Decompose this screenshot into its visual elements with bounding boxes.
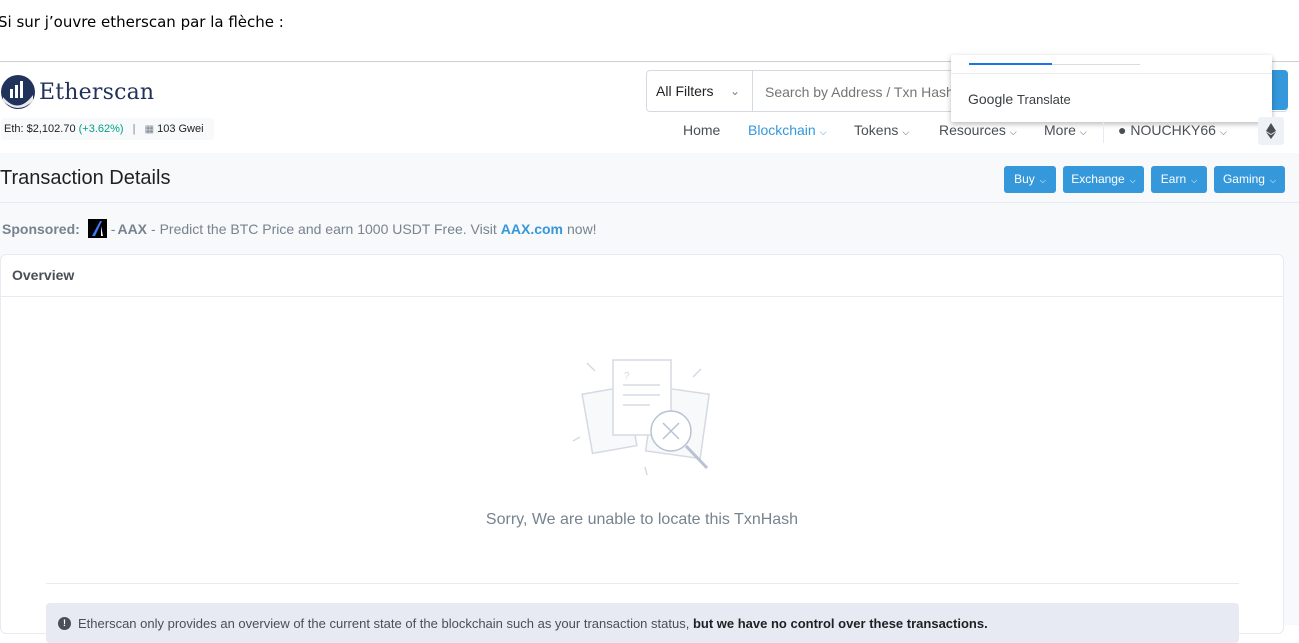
translate-divider — [951, 73, 1272, 74]
gaming-label: Gaming — [1222, 172, 1265, 186]
info-icon: ! — [58, 617, 71, 630]
earn-label: Earn — [1160, 172, 1187, 186]
chevron-down-icon: ⌵ — [1079, 127, 1087, 137]
etherscan-logo-icon — [1, 75, 35, 109]
nav-home[interactable]: Home — [683, 122, 720, 138]
gas-pump-icon: ▦ — [144, 124, 155, 135]
not-found-illustration: ? — [572, 359, 711, 476]
nav-user-label: NOUCHKY66 — [1130, 122, 1216, 138]
sponsored-banner: Sponsored: - AAX - Predict the BTC Price… — [2, 219, 597, 238]
nav-more[interactable]: More ⌵ — [1044, 122, 1087, 138]
nav-resources[interactable]: Resources ⌵ — [939, 122, 1017, 138]
sponsored-brand: AAX — [117, 220, 148, 237]
gaming-button[interactable]: Gaming ⌵ — [1214, 166, 1285, 193]
chevron-down-icon: ⌵ — [902, 127, 910, 137]
nav-tokens-label: Tokens — [854, 122, 899, 138]
price-separator: | — [132, 123, 136, 135]
chevron-down-icon: ⌵ — [1219, 127, 1227, 137]
sponsored-link[interactable]: AAX.com — [501, 221, 563, 237]
aax-logo-icon[interactable] — [87, 219, 107, 238]
nav-resources-label: Resources — [939, 122, 1006, 138]
ethereum-icon — [1266, 123, 1276, 139]
translate-tab-active[interactable] — [969, 63, 1052, 65]
filter-select[interactable]: All Filters ⌄ — [647, 71, 753, 111]
nav-separator — [1103, 121, 1104, 143]
not-found-message: Sorry, We are unable to locate this TxnH… — [485, 511, 799, 528]
logo-text: Etherscan — [39, 79, 155, 105]
earn-button[interactable]: Earn ⌵ — [1151, 166, 1207, 193]
chevron-down-icon: ⌵ — [819, 127, 827, 137]
buy-button[interactable]: Buy ⌵ — [1004, 166, 1056, 193]
chevron-down-icon: ⌵ — [1009, 127, 1017, 137]
sponsored-dash: - — [110, 220, 116, 237]
translate-text: Translate — [1017, 92, 1071, 107]
chevron-down-icon: ⌵ — [1039, 176, 1046, 185]
nav-user[interactable]: ● NOUCHKY66 ⌵ — [1118, 122, 1227, 138]
translate-tab[interactable] — [1052, 64, 1140, 65]
title-divider — [0, 202, 1299, 203]
alert-bold: but we have no control over these transa… — [692, 616, 988, 631]
eth-price: Eth: $2,102.70 — [4, 123, 76, 135]
overview-tab[interactable]: Overview — [12, 267, 74, 283]
card-header-divider — [1, 296, 1284, 297]
chevron-down-icon: ⌄ — [729, 84, 740, 98]
chevron-down-icon: ⌵ — [1129, 176, 1136, 185]
alert-message: Etherscan only provides an overview of t… — [78, 616, 690, 631]
chevron-down-icon: ⌵ — [1191, 176, 1198, 185]
buy-label: Buy — [1014, 172, 1035, 186]
exchange-button[interactable]: Exchange ⌵ — [1063, 166, 1144, 193]
page-title: Transaction Details — [0, 167, 171, 189]
google-brand: Google — [968, 91, 1014, 107]
gas-price[interactable]: 103 Gwei — [157, 123, 203, 135]
sponsored-suffix: now! — [567, 220, 597, 237]
eth-price-box: Eth: $2,102.70 (+3.62%) | ▦ 103 Gwei — [1, 118, 214, 140]
eth-price-change: (+3.62%) — [78, 123, 124, 135]
filter-label: All Filters — [656, 83, 714, 99]
content-divider — [46, 583, 1239, 584]
exchange-label: Exchange — [1071, 172, 1125, 186]
nav-home-label: Home — [683, 122, 721, 138]
nav-blockchain-label: Blockchain — [748, 122, 816, 138]
nav-more-label: More — [1044, 122, 1076, 138]
chevron-down-icon: ⌵ — [1269, 176, 1277, 185]
search-button[interactable] — [1270, 70, 1288, 110]
network-switch-button[interactable] — [1258, 117, 1284, 145]
user-circle-icon: ● — [1118, 122, 1127, 138]
nav-tokens[interactable]: Tokens ⌵ — [854, 122, 909, 138]
etherscan-logo[interactable]: Etherscan — [1, 75, 154, 109]
svg-text:?: ? — [624, 371, 630, 382]
alert-text: Etherscan only provides an overview of t… — [78, 616, 988, 631]
sponsored-text: - Predict the BTC Price and earn 1000 US… — [151, 220, 497, 237]
google-translate-label[interactable]: Google Translate — [968, 91, 1071, 107]
sponsored-label: Sponsored: — [2, 220, 80, 237]
nav-blockchain[interactable]: Blockchain ⌵ — [748, 122, 827, 138]
document-caption: Si sur j’ouvre etherscan par la flèche : — [0, 13, 284, 31]
google-translate-popup: Google Translate — [951, 55, 1272, 122]
